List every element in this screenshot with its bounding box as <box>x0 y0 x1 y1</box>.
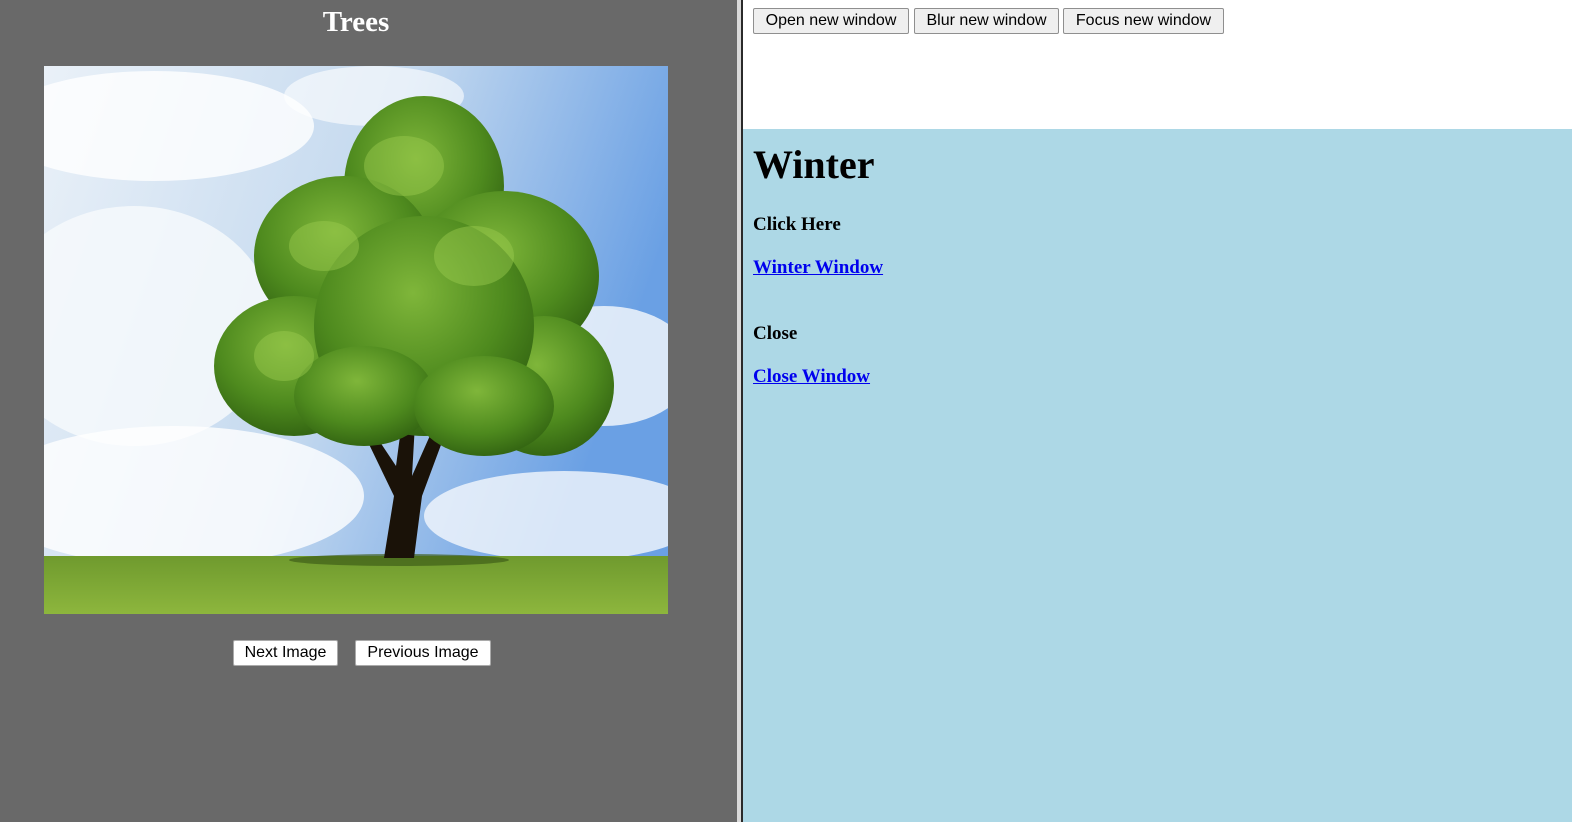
trees-title: Trees <box>322 6 390 38</box>
close-heading: Close <box>753 323 798 344</box>
winter-frame: Winter Click Here Winter Window Close Cl… <box>743 129 1572 822</box>
window-controls-frame: Open new window Blur new window Focus ne… <box>743 0 1572 129</box>
focus-new-window-button[interactable]: Focus new window <box>1063 8 1224 34</box>
blur-new-window-button[interactable]: Blur new window <box>914 8 1059 34</box>
previous-image-button[interactable]: Previous Image <box>355 640 491 666</box>
tree-image <box>44 66 668 614</box>
next-image-button[interactable]: Next Image <box>233 640 338 666</box>
close-window-link[interactable]: Close Window <box>753 366 870 388</box>
winter-window-link[interactable]: Winter Window <box>753 257 883 279</box>
click-here-heading: Click Here <box>753 214 841 235</box>
winter-heading: Winter <box>753 142 875 187</box>
trees-frame: Trees Next Image Previous Image <box>0 0 737 822</box>
open-new-window-button[interactable]: Open new window <box>753 8 909 34</box>
